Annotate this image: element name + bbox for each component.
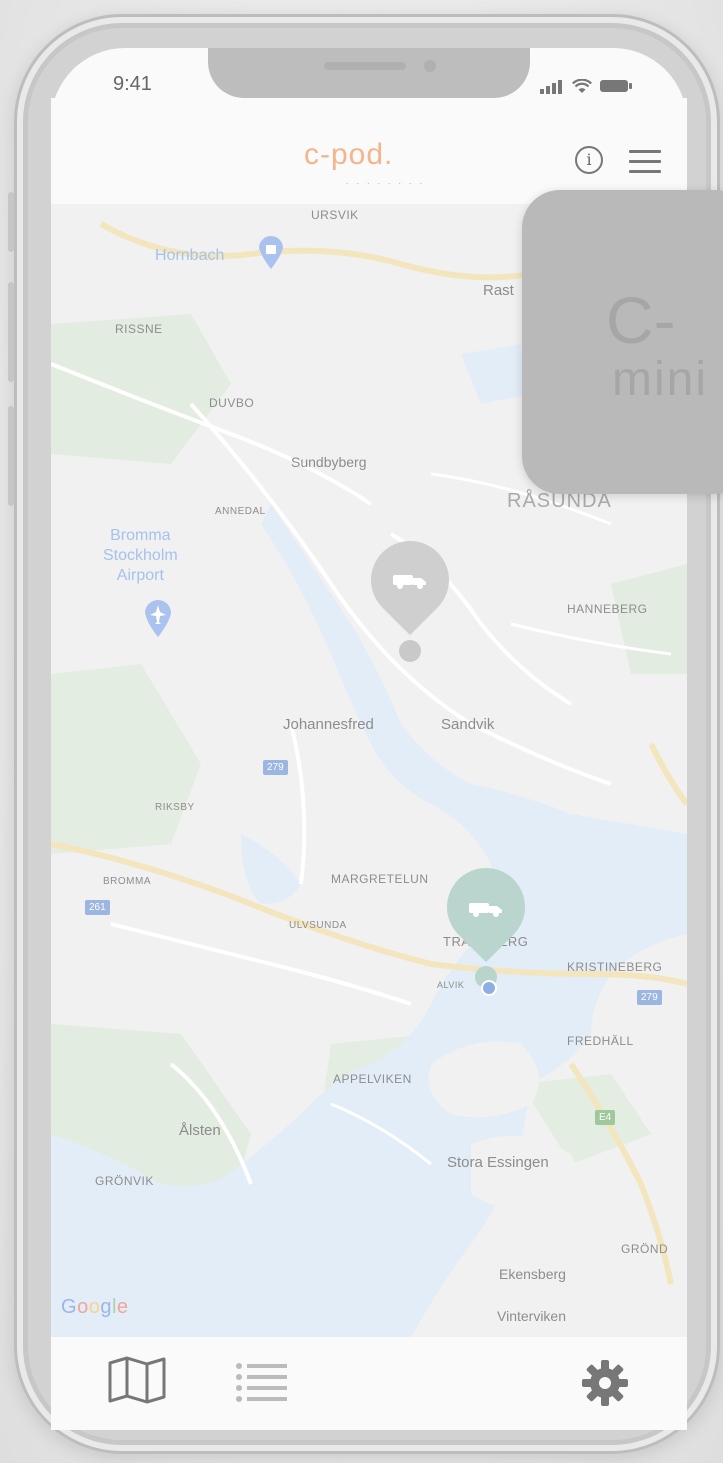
- tab-list[interactable]: [235, 1361, 289, 1408]
- road-sign-279-east: 279: [637, 990, 662, 1005]
- map-label-riksby: RIKSBY: [155, 802, 195, 813]
- map-label-bromma-airport: Bromma Stockholm Airport: [103, 527, 178, 584]
- google-logo: Google: [61, 1296, 129, 1318]
- map-label-hanneberg: HANNEBERG: [567, 602, 648, 616]
- list-icon: [236, 1363, 287, 1402]
- hamburger-menu-icon[interactable]: [629, 150, 661, 180]
- pod-marker-grey-dot: [399, 640, 421, 662]
- map-label-gronvik: GRÖNVIK: [95, 1174, 154, 1188]
- notch: [208, 48, 530, 98]
- map-label-rast: Rast: [483, 282, 514, 299]
- volume-down-button: [8, 406, 14, 506]
- map-icon: [108, 1356, 166, 1404]
- map-label-fredhall: FREDHÄLL: [567, 1034, 634, 1048]
- tab-settings[interactable]: [581, 1359, 629, 1412]
- status-time: 9:41: [113, 73, 152, 95]
- map-label-bromma: BROMMA: [103, 876, 151, 887]
- app-logo: c-pod.: [304, 138, 394, 171]
- map-label-stora-essingen: Stora Essingen: [447, 1154, 549, 1171]
- map-label-appelviken: APPELVIKEN: [333, 1072, 412, 1086]
- map-label-alvik: ALVIK: [437, 980, 465, 990]
- bottom-tab-bar: [51, 1337, 687, 1430]
- map-label-sundbyberg: Sundbyberg: [291, 454, 367, 470]
- map-label-duvbo: DUVBO: [209, 396, 255, 410]
- map-label-margretelund: MARGRETELUN: [331, 872, 429, 886]
- map-label-ekensberg: Ekensberg: [499, 1266, 566, 1282]
- battery-icon: [600, 80, 632, 92]
- truck-icon: [469, 903, 502, 917]
- info-icon[interactable]: i: [575, 146, 603, 174]
- map-label-kristineberg: KRISTINEBERG: [567, 960, 663, 974]
- map-label-ursvik: URSVIK: [311, 208, 359, 222]
- map-label-alsten: Ålsten: [179, 1122, 221, 1139]
- map-label-hornbach: Hornbach: [155, 247, 225, 264]
- road-sign-261: 261: [85, 900, 110, 915]
- status-icons: [540, 76, 632, 94]
- map-label-grond: GRÖND: [621, 1242, 669, 1256]
- map-label-johannesfred: Johannesfred: [283, 716, 374, 733]
- app-logo-dots: ........: [346, 176, 431, 186]
- card-title-line1: C-: [606, 283, 676, 357]
- road-sign-e4: E4: [595, 1110, 616, 1125]
- mute-switch: [8, 192, 14, 252]
- tab-map[interactable]: [107, 1355, 167, 1410]
- map-label-annedal: ANNEDAL: [215, 506, 266, 517]
- map-label-ulvsunda: ULVSUNDA: [289, 920, 347, 931]
- map-label-vinterviken: Vinterviken: [497, 1308, 567, 1324]
- signal-icon: [540, 76, 564, 94]
- c-pod-mini-card: C- mini: [522, 190, 723, 494]
- volume-up-button: [8, 282, 14, 382]
- map-label-rissne: RISSNE: [115, 322, 163, 336]
- map-label-sandvik: Sandvik: [441, 716, 495, 733]
- wifi-icon: [572, 79, 592, 93]
- app-header: c-pod. ........ i: [51, 98, 687, 204]
- card-title-line2: mini: [612, 353, 709, 406]
- gear-icon: [582, 1360, 628, 1406]
- airport-pin-icon: [145, 600, 171, 637]
- truck-icon: [393, 575, 426, 589]
- road-sign-279: 279: [263, 760, 288, 775]
- current-location-dot: [481, 980, 497, 996]
- shopping-pin-icon: [259, 236, 283, 269]
